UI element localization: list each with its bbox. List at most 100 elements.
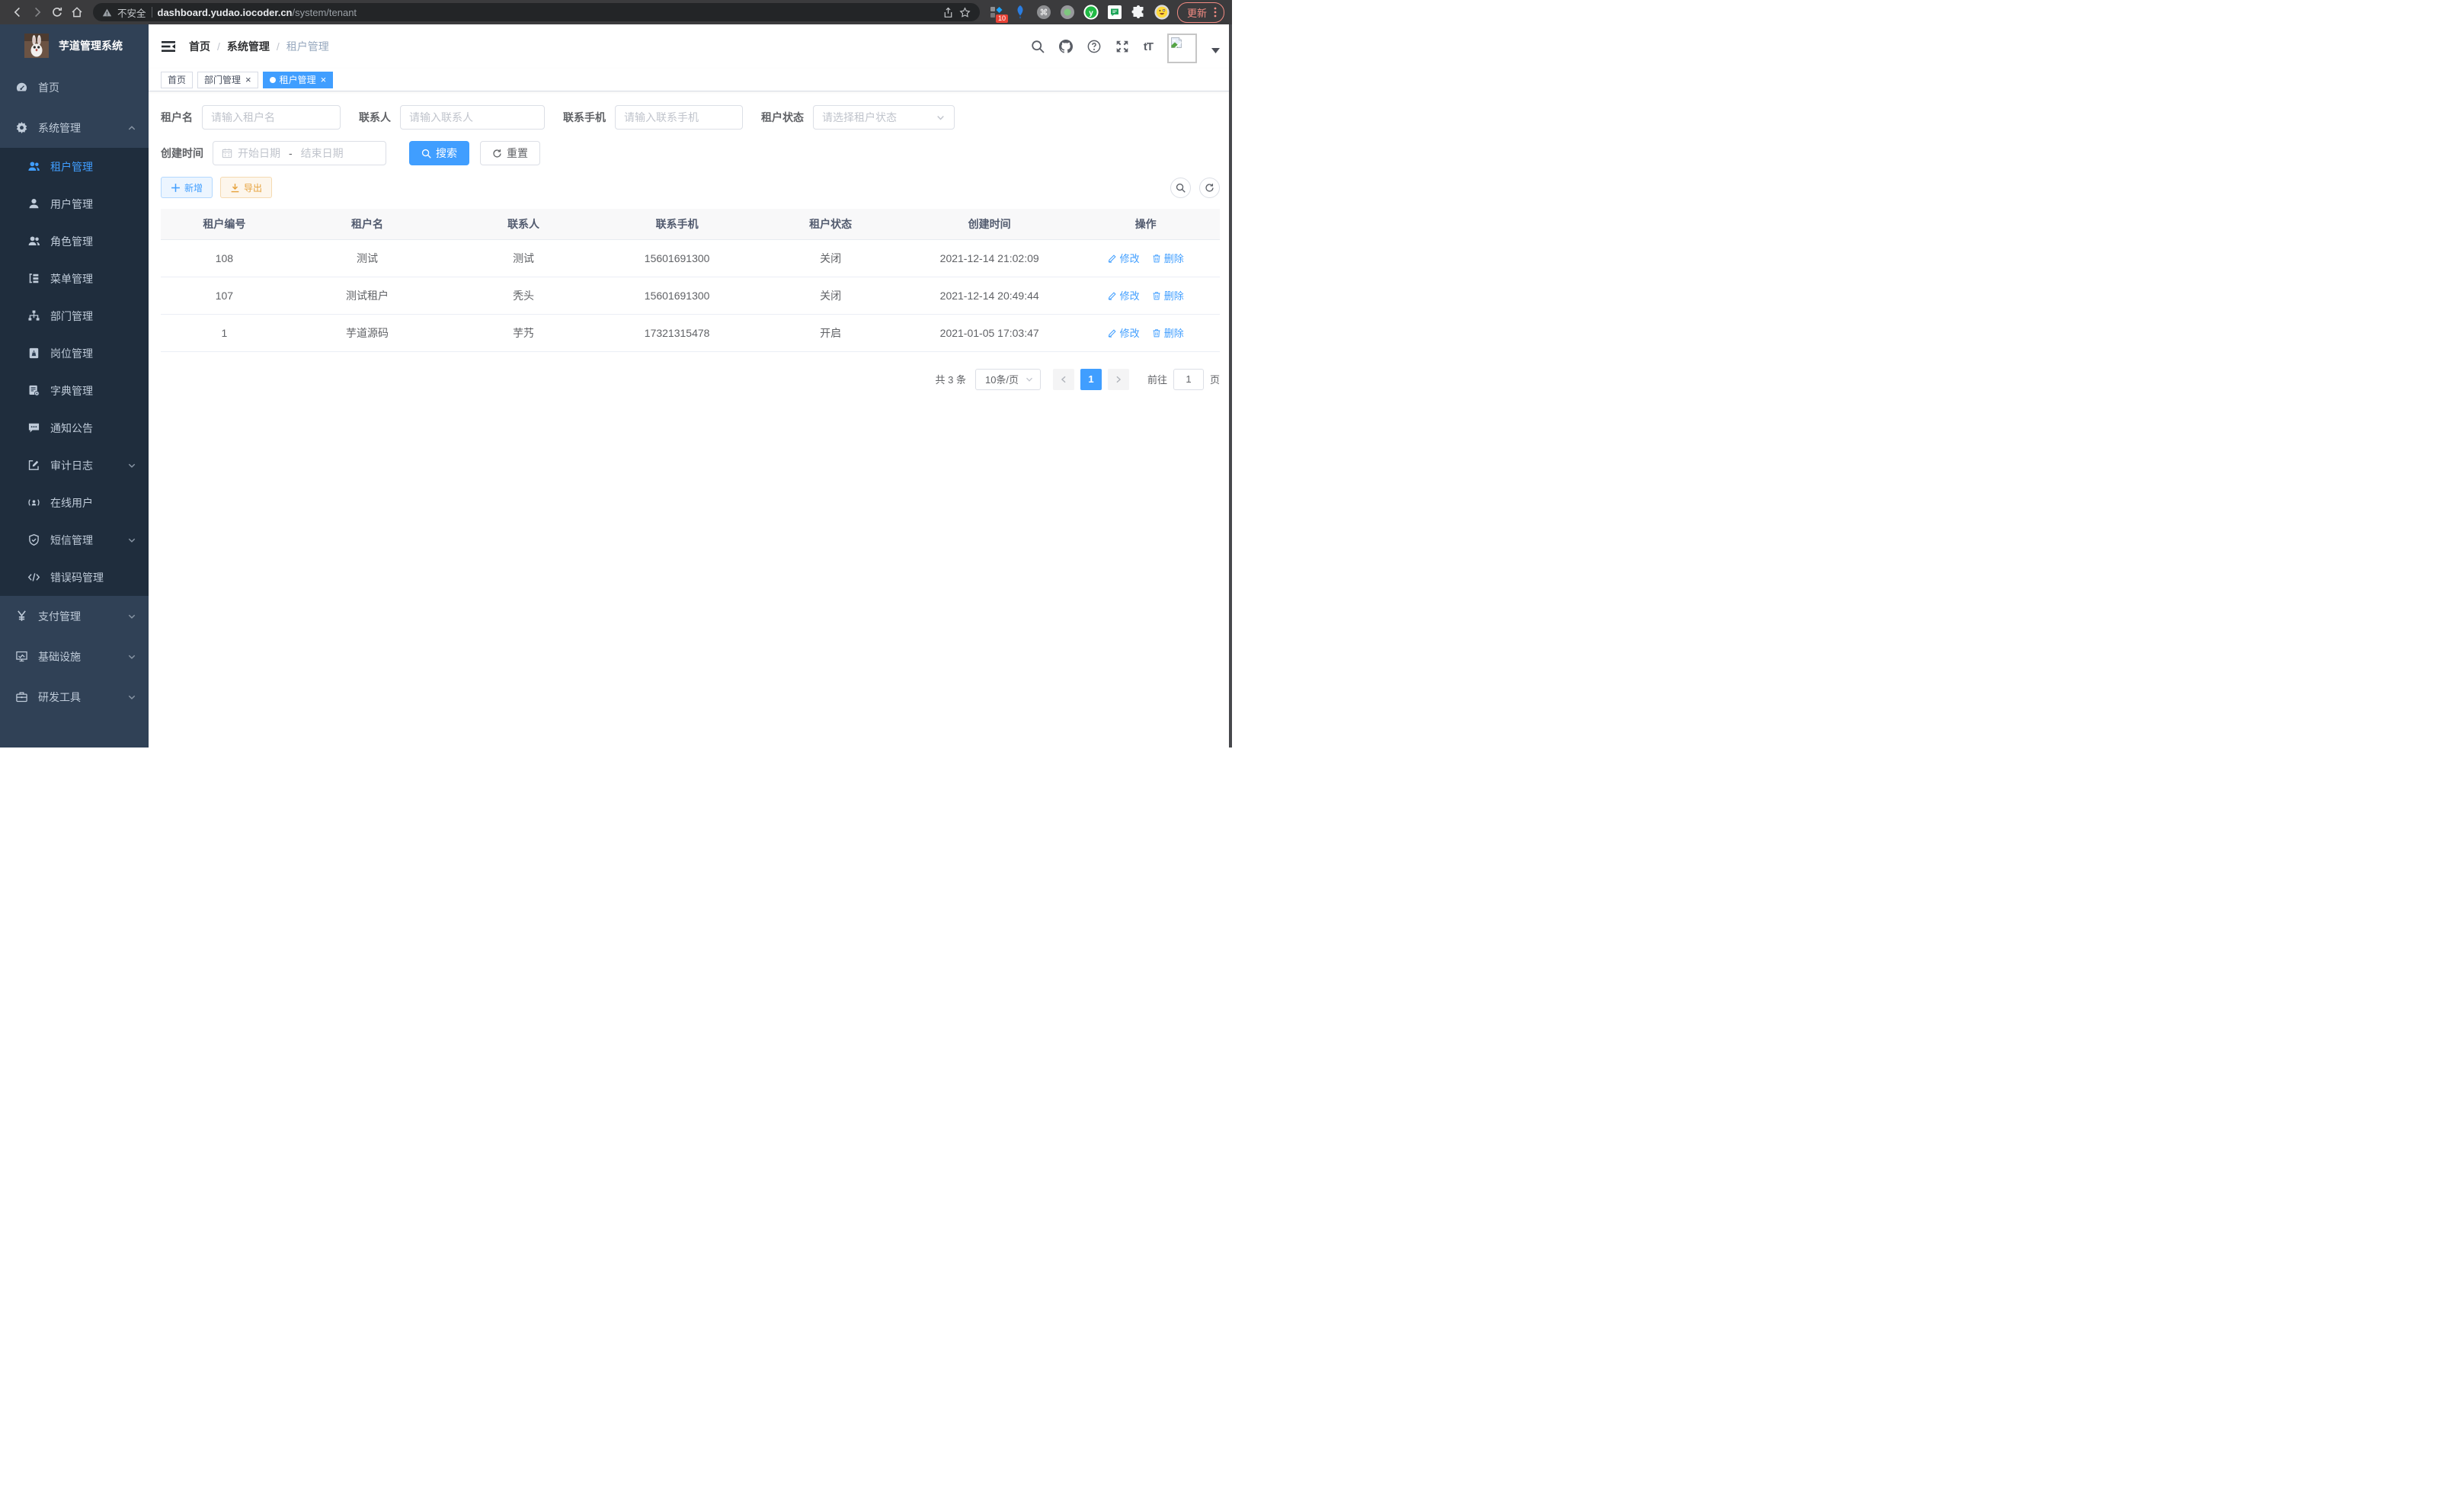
contact-input[interactable]: [409, 111, 536, 123]
user-avatar[interactable]: [1167, 34, 1197, 63]
kite-icon[interactable]: [1013, 5, 1028, 20]
filter-label: 创建时间: [161, 146, 203, 161]
table-cell: 2021-01-05 17:03:47: [907, 314, 1071, 351]
sidebar-item-tenant[interactable]: 租户管理: [0, 148, 149, 185]
puzzle-icon[interactable]: [1131, 5, 1146, 20]
browser-forward-icon[interactable]: [27, 2, 47, 22]
user-icon: [27, 197, 40, 210]
help-icon[interactable]: [1087, 40, 1101, 53]
browser-reload-icon[interactable]: [47, 2, 67, 22]
emoji-face-icon[interactable]: [1154, 5, 1170, 20]
sidebar-item-label: 错误码管理: [50, 570, 136, 585]
url-text: dashboard.yudao.iocoder.cn/system/tenant: [158, 7, 357, 18]
font-size-icon[interactable]: tT: [1144, 40, 1153, 53]
table-cell: 芋艿: [446, 314, 600, 351]
status-select[interactable]: 请选择租户状态: [813, 105, 955, 130]
sidebar-item-notice[interactable]: 通知公告: [0, 409, 149, 447]
goto-page: 前往 页: [1147, 369, 1220, 390]
show-search-button[interactable]: [1170, 178, 1191, 198]
edit-button[interactable]: 修改: [1108, 251, 1140, 265]
range-separator: -: [286, 147, 296, 159]
browser-menu-icon[interactable]: [1214, 7, 1217, 18]
reset-button[interactable]: 重置: [480, 141, 540, 165]
sidebar-item-errcode[interactable]: 错误码管理: [0, 559, 149, 596]
edit-button[interactable]: 修改: [1108, 288, 1140, 303]
filter-row-1: 租户名 联系人 联系手机 租户状态 请选择租户状态: [161, 105, 1220, 130]
refresh-table-button[interactable]: [1199, 178, 1220, 198]
breadcrumb-separator: /: [277, 40, 280, 53]
record-dot-icon[interactable]: [1060, 5, 1075, 20]
export-button[interactable]: 导出: [220, 177, 272, 198]
sidebar-toggle-icon[interactable]: [161, 39, 176, 54]
avatar-caret-icon[interactable]: [1211, 48, 1220, 54]
add-button[interactable]: 新增: [161, 177, 213, 198]
sidebar-item-devtool[interactable]: 研发工具: [0, 677, 149, 717]
page-size-select[interactable]: 10条/页: [975, 369, 1041, 390]
sidebar-logo[interactable]: 芋道管理系统: [0, 24, 149, 67]
table-cell: 测试: [288, 239, 447, 277]
table-cell-actions: 修改删除: [1071, 277, 1220, 314]
column-header: 联系手机: [600, 209, 754, 239]
navbar-right: tT: [1031, 30, 1220, 63]
delete-button[interactable]: 删除: [1152, 288, 1184, 303]
bookmark-star-icon[interactable]: [959, 7, 971, 18]
goto-page-input[interactable]: [1173, 369, 1204, 390]
breadcrumb-item[interactable]: 首页: [189, 39, 210, 54]
sidebar-item-user[interactable]: 用户管理: [0, 185, 149, 222]
table-cell: 15601691300: [600, 239, 754, 277]
sidebar-menu: 首页系统管理租户管理用户管理角色管理菜单管理部门管理岗位管理字典管理通知公告审计…: [0, 67, 149, 717]
sidebar: 芋道管理系统 首页系统管理租户管理用户管理角色管理菜单管理部门管理岗位管理字典管…: [0, 24, 149, 748]
search-button[interactable]: 搜索: [409, 141, 469, 165]
sidebar-item-menu[interactable]: 菜单管理: [0, 260, 149, 297]
breadcrumb-item[interactable]: 系统管理: [227, 39, 270, 54]
browser-back-icon[interactable]: [8, 2, 27, 22]
tenant-name-input[interactable]: [211, 111, 331, 123]
sidebar-item-dict[interactable]: 字典管理: [0, 372, 149, 409]
url-host: dashboard.yudao.iocoder.cn: [158, 7, 293, 18]
yudao-logo-icon[interactable]: y: [1083, 5, 1099, 20]
sidebar-item-audit[interactable]: 审计日志: [0, 447, 149, 484]
breadcrumb-item: 租户管理: [286, 39, 329, 54]
delete-button[interactable]: 删除: [1152, 325, 1184, 340]
close-icon[interactable]: ×: [321, 75, 327, 85]
tag-部门管理[interactable]: 部门管理×: [197, 72, 258, 88]
mobile-input[interactable]: [624, 111, 734, 123]
next-page-button[interactable]: [1108, 369, 1129, 390]
date-range-picker[interactable]: 开始日期 - 结束日期: [213, 141, 386, 165]
fullscreen-icon[interactable]: [1115, 40, 1129, 53]
pagination: 共 3 条 10条/页 1 前往 页: [161, 369, 1220, 390]
edit-button[interactable]: 修改: [1108, 325, 1140, 340]
browser-home-icon[interactable]: [67, 2, 87, 22]
sidebar-item-online[interactable]: 在线用户: [0, 484, 149, 521]
header-search-icon[interactable]: [1031, 40, 1045, 53]
sidebar-item-infra[interactable]: 基础设施: [0, 636, 149, 677]
address-bar[interactable]: 不安全 dashboard.yudao.iocoder.cn/system/te…: [93, 3, 980, 21]
org-tree-icon: [27, 309, 40, 322]
sidebar-item-post[interactable]: 岗位管理: [0, 335, 149, 372]
browser-update-button[interactable]: 更新: [1177, 2, 1224, 23]
page-number-button[interactable]: 1: [1080, 369, 1102, 390]
delete-button[interactable]: 删除: [1152, 251, 1184, 265]
sidebar-item-role[interactable]: 角色管理: [0, 222, 149, 260]
update-label: 更新: [1187, 5, 1207, 20]
post-badge-icon: [27, 347, 40, 360]
close-icon[interactable]: ×: [245, 75, 251, 85]
sidebar-item-home[interactable]: 首页: [0, 67, 149, 107]
prev-page-button[interactable]: [1053, 369, 1074, 390]
sidebar-item-dept[interactable]: 部门管理: [0, 297, 149, 335]
chat-square-icon[interactable]: [1107, 5, 1122, 20]
extension-grid-icon[interactable]: 10: [989, 5, 1004, 20]
tenant-users-icon: [27, 160, 40, 173]
role-users-icon: [27, 235, 40, 248]
tag-首页[interactable]: 首页: [161, 72, 193, 88]
sidebar-item-system[interactable]: 系统管理: [0, 107, 149, 148]
page-size-label: 10条/页: [985, 372, 1019, 386]
sidebar-item-sms[interactable]: 短信管理: [0, 521, 149, 559]
share-icon[interactable]: [942, 7, 954, 18]
tag-租户管理[interactable]: 租户管理×: [263, 72, 334, 88]
sidebar-item-label: 部门管理: [50, 309, 136, 324]
calendar-icon: [222, 148, 232, 158]
command-icon[interactable]: ⌘: [1036, 5, 1051, 20]
github-icon[interactable]: [1059, 40, 1073, 53]
sidebar-item-pay[interactable]: 支付管理: [0, 596, 149, 636]
